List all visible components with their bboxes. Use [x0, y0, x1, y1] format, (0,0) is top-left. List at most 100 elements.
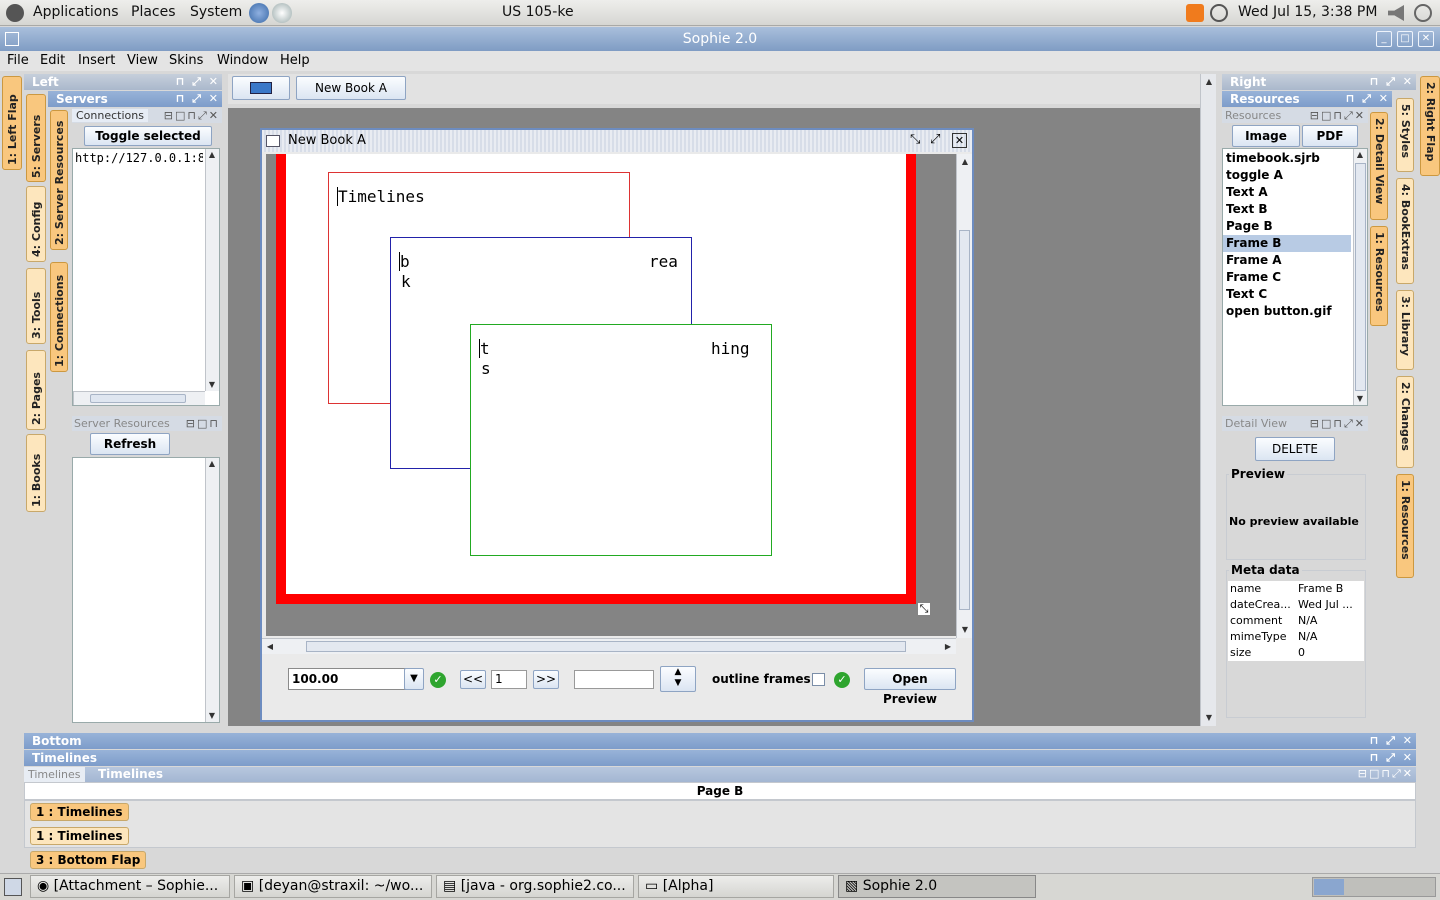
- resource-item[interactable]: toggle A: [1223, 167, 1351, 184]
- desktop-button[interactable]: [232, 76, 290, 100]
- maximize-button[interactable]: □: [1397, 31, 1413, 47]
- menu-help[interactable]: Help: [280, 53, 310, 68]
- bottom-flap-tab[interactable]: 3 : Bottom Flap: [30, 851, 147, 869]
- scroll-down-icon[interactable]: ▼: [959, 624, 971, 636]
- minimize-button[interactable]: _: [1376, 31, 1392, 47]
- frame-text-c[interactable]: t s hing: [470, 324, 772, 556]
- show-desktop-icon[interactable]: [4, 878, 22, 896]
- scroll-down-icon[interactable]: ▼: [1203, 712, 1215, 724]
- panel-controls-icon[interactable]: ⊓ ⤢ ✕: [176, 74, 220, 90]
- resource-item[interactable]: Text A: [1223, 184, 1351, 201]
- tab-bookextras[interactable]: 4: BookExtras: [1396, 178, 1414, 284]
- menu-file[interactable]: File: [7, 53, 29, 68]
- refresh-button[interactable]: Refresh: [90, 433, 170, 455]
- panel-controls-icon[interactable]: ⊟□⊓⤢✕: [164, 108, 220, 123]
- frame-text-content[interactable]: rea: [649, 252, 678, 271]
- menu-insert[interactable]: Insert: [78, 53, 115, 68]
- tab-left-flap[interactable]: 1: Left Flap: [2, 76, 22, 170]
- scroll-up-icon[interactable]: ▲: [206, 149, 218, 161]
- resource-item[interactable]: Text B: [1223, 201, 1351, 218]
- task-attachment[interactable]: ◉ [Attachment – Sophie...: [30, 875, 230, 898]
- pdf-button[interactable]: PDF: [1302, 125, 1358, 147]
- panel-controls-icon[interactable]: ⊓ ⤢ ✕: [1370, 74, 1414, 90]
- workspace-1[interactable]: [1314, 879, 1344, 895]
- frame-text-content[interactable]: hing: [711, 339, 750, 358]
- scroll-up-icon[interactable]: ▲: [959, 156, 971, 168]
- stepper-icon[interactable]: ▲ ▼: [660, 666, 696, 692]
- network-icon[interactable]: [1210, 4, 1228, 22]
- workspace-scrollbar[interactable]: ▲ ▼: [1200, 74, 1216, 726]
- resource-item[interactable]: Frame B: [1223, 235, 1351, 252]
- gnome-foot-icon[interactable]: [6, 4, 24, 22]
- task-sophie[interactable]: ▧ Sophie 2.0: [838, 875, 1036, 898]
- menu-window[interactable]: Window: [217, 53, 268, 68]
- scroll-up-icon[interactable]: ▲: [206, 458, 218, 470]
- resource-item[interactable]: Frame C: [1223, 269, 1351, 286]
- tab-resources-outer[interactable]: 1: Resources: [1396, 474, 1414, 578]
- frame-text-content[interactable]: t: [479, 339, 490, 358]
- resource-item[interactable]: Frame A: [1223, 252, 1351, 269]
- server-url[interactable]: http://127.0.0.1:800: [73, 149, 203, 167]
- panel-controls-icon[interactable]: ⊟□⊓: [186, 416, 220, 431]
- applications-menu[interactable]: Applications: [33, 4, 119, 20]
- open-preview-button[interactable]: Open Preview: [864, 668, 956, 706]
- workspace-switcher[interactable]: [1312, 877, 1436, 897]
- tab-right-flap[interactable]: 2: Right Flap: [1420, 76, 1440, 176]
- menu-view[interactable]: View: [127, 53, 158, 68]
- connections-list[interactable]: http://127.0.0.1:800 ▲▼: [72, 148, 220, 406]
- keyboard-layout[interactable]: US 105-ke: [502, 4, 574, 20]
- mail-icon[interactable]: [272, 3, 292, 23]
- scroll-thumb[interactable]: [306, 641, 906, 652]
- task-java[interactable]: ▤ [java - org.sophie2.co...: [436, 875, 634, 898]
- iconify-icon[interactable]: ⤡: [910, 132, 920, 147]
- tab-tools[interactable]: 3: Tools: [26, 268, 46, 344]
- task-alpha[interactable]: ▭ [Alpha]: [638, 875, 834, 898]
- panel-controls-icon[interactable]: ⊓ ⤢ ✕: [1346, 91, 1390, 107]
- resource-item[interactable]: Page B: [1223, 218, 1351, 235]
- tab-server-resources[interactable]: 2: Server Resources: [50, 110, 68, 250]
- book-window-titlebar[interactable]: New Book A ⤡ ⤢ ✕: [262, 130, 972, 152]
- tab-detail-view[interactable]: 2: Detail View: [1370, 112, 1388, 220]
- vertical-scrollbar[interactable]: ▲ ▼: [205, 149, 219, 391]
- notification-icon[interactable]: [1186, 4, 1204, 22]
- prev-page-button[interactable]: <<: [460, 670, 486, 689]
- tab-library[interactable]: 3: Library: [1396, 290, 1414, 370]
- panel-controls-icon[interactable]: ⊓ ⤢ ✕: [1370, 733, 1414, 749]
- maximize-icon[interactable]: ⤢: [930, 132, 940, 147]
- server-resources-list[interactable]: ▲ ▼: [72, 457, 220, 723]
- frame-text-content[interactable]: b: [399, 252, 410, 271]
- frame-text-content[interactable]: k: [401, 272, 411, 291]
- tab-styles[interactable]: 5: Styles: [1396, 98, 1414, 172]
- zoom-dropdown-icon[interactable]: ▼: [404, 668, 424, 690]
- delete-button[interactable]: DELETE: [1255, 437, 1335, 461]
- tab-pages[interactable]: 2: Pages: [26, 350, 46, 430]
- book-horizontal-scrollbar[interactable]: ◀ ▶: [262, 638, 956, 654]
- tab-resources-inner[interactable]: 1: Resources: [1370, 226, 1388, 326]
- close-book-icon[interactable]: ✕: [952, 133, 967, 148]
- apply-outline-icon[interactable]: ✓: [834, 672, 850, 688]
- tab-connections[interactable]: 1: Connections: [50, 262, 68, 372]
- volume-icon[interactable]: [1388, 5, 1404, 21]
- resources-list[interactable]: timebook.sjrb toggle A Text A Text B Page BF…: [1222, 148, 1368, 406]
- tab-changes[interactable]: 2: Changes: [1396, 376, 1414, 468]
- resource-item[interactable]: Text C: [1223, 286, 1351, 303]
- book-vertical-scrollbar[interactable]: ▲ ▼: [956, 154, 972, 638]
- tab-servers[interactable]: 5: Servers: [26, 94, 46, 182]
- close-window-button[interactable]: ✕: [1418, 31, 1434, 47]
- places-menu[interactable]: Places: [131, 4, 176, 20]
- page-number-input[interactable]: 1: [491, 670, 527, 689]
- tab-config[interactable]: 4: Config: [26, 186, 46, 262]
- toggle-selected-button[interactable]: Toggle selected: [84, 126, 212, 146]
- power-icon[interactable]: [1414, 4, 1432, 22]
- tab-books[interactable]: 1: Books: [26, 434, 46, 512]
- scroll-down-icon[interactable]: ▼: [206, 379, 218, 391]
- bottom-tab-timelines-1[interactable]: 1 : Timelines: [30, 803, 129, 821]
- resource-item[interactable]: open button.gif: [1223, 303, 1351, 320]
- resource-item[interactable]: timebook.sjrb: [1223, 150, 1351, 167]
- bottom-tab-timelines-2[interactable]: 1 : Timelines: [30, 827, 129, 845]
- panel-controls-icon[interactable]: ⊟□⊓⤢✕: [1358, 767, 1414, 781]
- browser-icon[interactable]: [249, 3, 269, 23]
- scroll-right-icon[interactable]: ▶: [942, 641, 954, 653]
- task-terminal[interactable]: ▣ [deyan@straxil: ~/wo...: [234, 875, 432, 898]
- timelines-tab-b[interactable]: Timelines: [98, 767, 163, 782]
